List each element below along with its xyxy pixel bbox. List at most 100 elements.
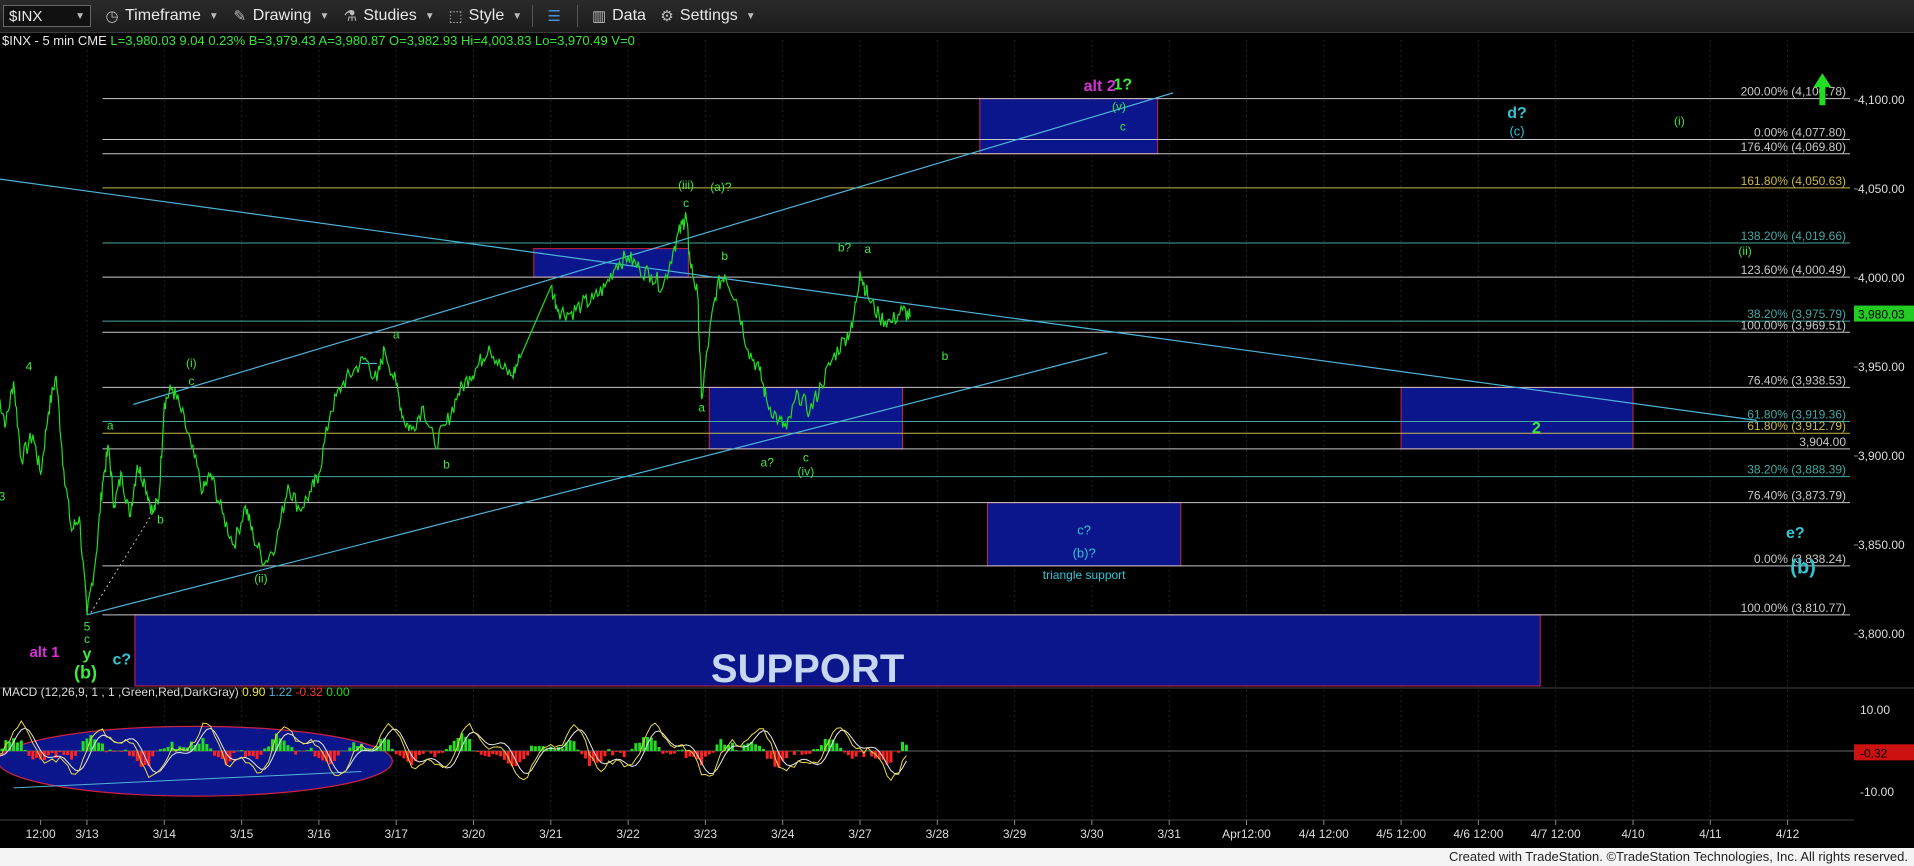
price-axis-label: 3,900.00 — [1858, 449, 1905, 463]
time-axis-label: 3/24 — [771, 827, 795, 841]
chevron-down-icon: ▼ — [512, 10, 523, 22]
wave-label: 1? — [1113, 76, 1132, 93]
settings-menu[interactable]: ⚙ Settings ▼ — [658, 7, 756, 25]
fib-level-label: 100.00% (3,969.51) — [1741, 318, 1846, 332]
toolbar: $INX ▼ ◷ Timeframe ▼ ✎ Drawing ▼ ⚗ Studies ▼ ⬚… — [0, 0, 1914, 33]
symbol-selector[interactable]: $INX ▼ — [3, 5, 91, 27]
wave-label: a — [698, 401, 705, 415]
time-axis-label: 3/23 — [694, 827, 718, 841]
chevron-down-icon: ▼ — [424, 10, 435, 22]
macd-value: 0.90 — [242, 685, 269, 699]
symbol-description: $INX - 5 min CME — [2, 33, 107, 48]
wave-label: b — [721, 249, 728, 263]
time-axis-label: 3/20 — [462, 827, 486, 841]
timeframe-label: Timeframe — [125, 7, 201, 24]
time-axis-label: 3/17 — [385, 827, 409, 841]
target-zone-box — [1400, 386, 1634, 450]
time-axis-label: 3/14 — [153, 827, 177, 841]
time-axis-label: 3/27 — [848, 827, 872, 841]
support-zone-label: SUPPORT — [711, 647, 904, 691]
time-axis-label: 4/6 12:00 — [1453, 827, 1503, 841]
studies-label: Studies — [363, 7, 417, 24]
wave-label: (a)? — [710, 180, 732, 194]
studies-menu[interactable]: ⚗ Studies ▼ — [341, 7, 435, 25]
time-axis-label: 4/11 — [1699, 827, 1722, 841]
style-menu[interactable]: ⬚ Style ▼ — [447, 7, 523, 25]
price-axis-label: 4,100.00 — [1858, 93, 1905, 107]
fib-level-label: 161.80% (4,050.63) — [1741, 174, 1846, 188]
drawing-label: Drawing — [252, 7, 312, 24]
wave-label: a? — [761, 456, 775, 470]
drawing-menu[interactable]: ✎ Drawing ▼ — [231, 7, 330, 25]
wave-label: b — [443, 457, 450, 471]
price-axis-label: 4,000.00 — [1858, 271, 1905, 285]
time-axis-label: Apr12:00 — [1222, 827, 1271, 841]
fib-level-label: 76.40% (3,938.53) — [1747, 373, 1846, 387]
settings-label: Settings — [679, 7, 738, 24]
wave-label: c — [84, 632, 90, 646]
pencil-icon: ✎ — [233, 8, 247, 25]
bar-chart-icon: ▥ — [592, 8, 607, 25]
wave-label: 2 — [1532, 420, 1541, 437]
wave-label: y — [83, 646, 92, 663]
time-axis-label: 3/21 — [539, 827, 563, 841]
wave-label: c — [803, 450, 809, 464]
chevron-down-icon: ▼ — [319, 10, 330, 22]
chevron-down-icon: ▼ — [745, 10, 756, 22]
wave-label: e? — [1786, 525, 1805, 542]
fib-level-label: 38.20% (3,888.39) — [1747, 463, 1846, 477]
wave-label: (i) — [186, 356, 197, 370]
time-axis-label: 3/13 — [75, 827, 99, 841]
macd-axis-label: 10.00 — [1860, 703, 1890, 717]
copyright-footer: Created with TradeStation. ©TradeStation… — [0, 848, 1914, 866]
wave-label: c — [1120, 119, 1126, 133]
wave-label: (i) — [1674, 114, 1685, 128]
wave-label: a — [107, 418, 114, 432]
timeframe-menu[interactable]: ◷ Timeframe ▼ — [103, 7, 219, 25]
fib-level-label: 123.60% (4,000.49) — [1741, 263, 1846, 277]
gear-icon: ⚙ — [660, 8, 674, 25]
price-axis-label: 3,850.00 — [1858, 538, 1905, 552]
flask-icon: ⚗ — [343, 8, 358, 25]
layout-icon: ☰ — [547, 8, 561, 25]
wave-label: alt 2 — [1084, 78, 1116, 95]
target-zone-box — [979, 98, 1159, 155]
macd-value: -0.32 — [296, 685, 327, 699]
wave-label: a — [864, 242, 871, 256]
price-axis-label: 4,050.00 — [1858, 182, 1905, 196]
fib-level-label: 100.00% (3,810.77) — [1741, 601, 1846, 615]
macd-current-label: -0.32 — [1860, 746, 1888, 760]
time-axis-label: 3/31 — [1158, 827, 1182, 841]
macd-value: 0.00 — [326, 685, 350, 699]
time-axis-label: 3/28 — [926, 827, 950, 841]
fib-level-label: 176.40% (4,069.80) — [1741, 140, 1846, 154]
time-axis-label: 12:00 — [26, 827, 56, 841]
time-axis-label: 4/12 — [1776, 827, 1800, 841]
time-axis-label: 3/16 — [307, 827, 331, 841]
layout-button[interactable]: ☰ — [545, 7, 567, 25]
toolbar-divider — [577, 5, 579, 27]
time-axis-label: 3/15 — [230, 827, 254, 841]
wave-label: b — [157, 513, 164, 527]
fib-level-label: 3,904.00 — [1799, 435, 1846, 449]
wave-label: (b) — [74, 663, 97, 683]
time-axis-label: 4/7 12:00 — [1531, 827, 1581, 841]
quote-values: L=3,980.03 9.04 0.23% B=3,979.43 A=3,980… — [110, 33, 635, 48]
macd-header: MACD (12,26,9, 1 , 1 ,Green,Red,DarkGray… — [2, 685, 350, 699]
chevron-down-icon: ▼ — [208, 10, 219, 22]
wave-label: (b) — [1790, 556, 1816, 578]
price-chart[interactable]: SUPPORT200.00% (4,100.78)0.00% (4,077.80… — [0, 0, 1914, 848]
wave-label: 4 — [26, 360, 33, 374]
style-label: Style — [468, 7, 505, 24]
time-axis-label: 3/30 — [1080, 827, 1104, 841]
price-axis-label: 3,800.00 — [1858, 627, 1905, 641]
wave-label: b — [942, 349, 949, 363]
wave-label: c? — [1077, 522, 1091, 537]
wave-label: (c) — [1509, 124, 1524, 139]
wave-label: (iii) — [678, 178, 694, 192]
symbol-text: $INX — [9, 7, 43, 25]
price-axis-label: 3,950.00 — [1858, 360, 1905, 374]
clock-icon: ◷ — [105, 8, 119, 25]
toolbar-divider — [532, 5, 534, 27]
data-menu[interactable]: ▥ Data — [590, 7, 646, 25]
